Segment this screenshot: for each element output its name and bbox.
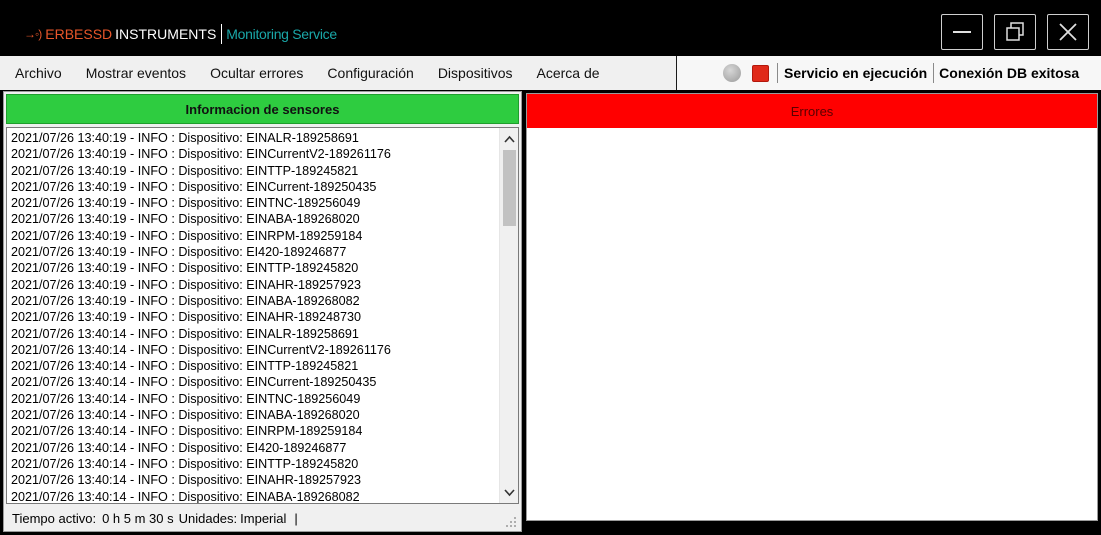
log-line: 2021/07/26 13:40:19 - INFO : Dispositivo… — [11, 163, 359, 178]
units-value: Imperial — [240, 510, 287, 526]
signal-logo-icon: →◦) — [24, 27, 42, 41]
brand-name-erbessd: ERBESSD — [45, 26, 113, 42]
sensors-panel-header: Informacion de sensores — [6, 94, 519, 124]
log-line: 2021/07/26 13:40:14 - INFO : Dispositivo… — [11, 440, 347, 455]
chevron-up-icon — [504, 135, 515, 143]
brand-divider — [221, 24, 223, 44]
log-line: 2021/07/26 13:40:19 - INFO : Dispositivo… — [11, 293, 360, 308]
minimize-icon — [953, 31, 971, 33]
status-divider — [933, 63, 935, 83]
brand-logo-group: →◦) ERBESSD INSTRUMENTS Monitoring Servi… — [24, 24, 337, 44]
chevron-down-icon — [504, 488, 515, 496]
title-bar: →◦) ERBESSD INSTRUMENTS Monitoring Servi… — [0, 0, 1101, 56]
close-icon — [1059, 23, 1077, 41]
log-line: 2021/07/26 13:40:19 - INFO : Dispositivo… — [11, 310, 362, 325]
log-line: 2021/07/26 13:40:19 - INFO : Dispositivo… — [11, 196, 361, 211]
scroll-down-button[interactable] — [500, 484, 518, 501]
log-line: 2021/07/26 13:40:14 - INFO : Dispositivo… — [11, 359, 359, 374]
log-line: 2021/07/26 13:40:14 - INFO : Dispositivo… — [11, 456, 359, 471]
log-line: 2021/07/26 13:40:14 - INFO : Dispositivo… — [11, 424, 363, 439]
stop-indicator-icon[interactable] — [752, 64, 769, 82]
log-line: 2021/07/26 13:40:19 - INFO : Dispositivo… — [11, 212, 360, 227]
status-indicator-gray-icon — [723, 64, 741, 82]
scroll-up-button[interactable] — [500, 130, 518, 147]
menu-dispositivos[interactable]: Dispositivos — [426, 56, 525, 90]
log-line: 2021/07/26 13:40:14 - INFO : Dispositivo… — [11, 391, 361, 406]
log-line: 2021/07/26 13:40:14 - INFO : Dispositivo… — [11, 489, 360, 504]
log-line: 2021/07/26 13:40:14 - INFO : Dispositivo… — [11, 473, 362, 488]
sensors-panel: Informacion de sensores 2021/07/26 13:40… — [3, 91, 522, 532]
uptime-label: Tiempo activo: — [12, 510, 97, 526]
log-line: 2021/07/26 13:40:19 - INFO : Dispositivo… — [11, 261, 359, 276]
sensors-status-bar: Tiempo activo: 0 h 5 m 30 s Unidades: Im… — [6, 506, 519, 530]
menu-configuracion[interactable]: Configuración — [315, 56, 425, 90]
log-line: 2021/07/26 13:40:14 - INFO : Dispositivo… — [11, 342, 391, 357]
uptime-value: 0 h 5 m 30 s — [102, 510, 174, 526]
errors-panel-header: Errores — [527, 94, 1097, 128]
log-line: 2021/07/26 13:40:19 - INFO : Dispositivo… — [11, 277, 362, 292]
log-line: 2021/07/26 13:40:14 - INFO : Dispositivo… — [11, 375, 377, 390]
log-line: 2021/07/26 13:40:19 - INFO : Dispositivo… — [11, 131, 359, 145]
brand-name-instruments: INSTRUMENTS — [115, 26, 217, 42]
db-status: Conexión DB exitosa — [939, 65, 1080, 81]
log-line: 2021/07/26 13:40:19 - INFO : Dispositivo… — [11, 228, 363, 243]
menu-archivo[interactable]: Archivo — [3, 56, 74, 90]
menu-ocultar-errores[interactable]: Ocultar errores — [198, 56, 315, 90]
log-scrollbar[interactable] — [499, 128, 518, 503]
log-line: 2021/07/26 13:40:19 - INFO : Dispositivo… — [11, 179, 377, 194]
restore-button[interactable] — [994, 14, 1036, 50]
status-area: Servicio en ejecución Conexión DB exitos… — [676, 56, 1101, 90]
scroll-thumb[interactable] — [503, 150, 516, 226]
units-label: Unidades: — [178, 510, 238, 526]
log-line: 2021/07/26 13:40:19 - INFO : Dispositivo… — [11, 147, 391, 162]
status-separator: | — [294, 510, 298, 526]
app-title: Monitoring Service — [226, 26, 337, 42]
restore-icon — [1006, 22, 1024, 41]
close-button[interactable] — [1047, 14, 1089, 50]
log-line: 2021/07/26 13:40:14 - INFO : Dispositivo… — [11, 326, 359, 341]
menu-items: Archivo Mostrar eventos Ocultar errores … — [3, 56, 612, 90]
menu-mostrar-eventos[interactable]: Mostrar eventos — [74, 56, 198, 90]
minimize-button[interactable] — [941, 14, 983, 50]
errors-panel: Errores — [526, 93, 1098, 521]
menu-bar: Archivo Mostrar eventos Ocultar errores … — [0, 56, 1101, 90]
service-status: Servicio en ejecución — [784, 65, 928, 81]
menu-acerca-de[interactable]: Acerca de — [525, 56, 612, 90]
status-divider — [777, 63, 778, 83]
log-lines: 2021/07/26 13:40:19 - INFO : Dispositivo… — [11, 130, 496, 504]
resize-grip-icon[interactable] — [505, 516, 517, 528]
log-line: 2021/07/26 13:40:14 - INFO : Dispositivo… — [11, 408, 360, 423]
sensor-log-list[interactable]: 2021/07/26 13:40:19 - INFO : Dispositivo… — [6, 127, 519, 504]
log-line: 2021/07/26 13:40:19 - INFO : Dispositivo… — [11, 245, 347, 260]
